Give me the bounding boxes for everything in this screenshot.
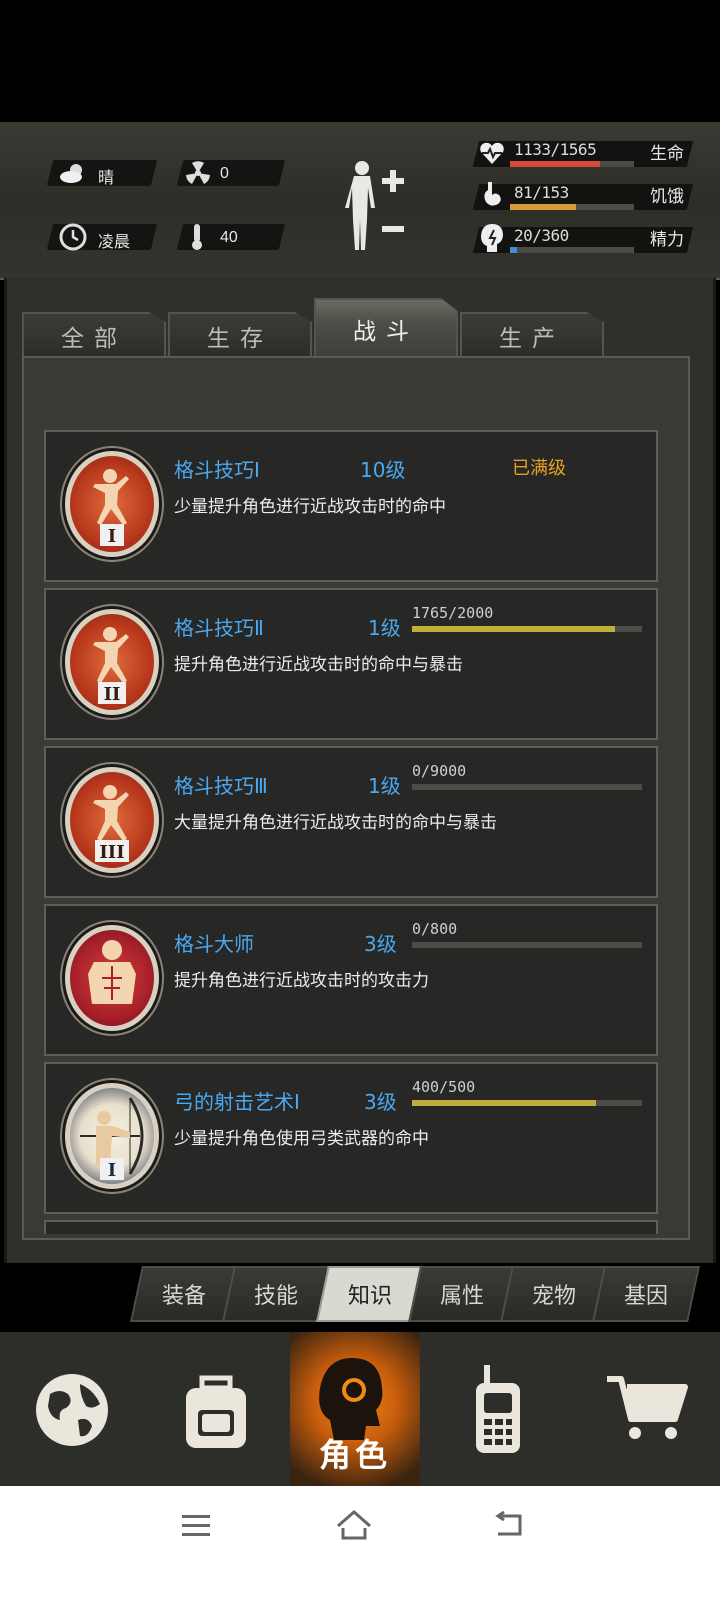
fighter-stance-icon: III bbox=[62, 764, 162, 876]
nav-character[interactable]: 角色 bbox=[290, 1332, 420, 1486]
subtab-attributes-label: 属性 bbox=[439, 1284, 484, 1309]
skill-card-fighting-2[interactable]: II 格斗技巧Ⅱ 1级 1765/2000 提升角色进行近战攻击时的命中与暴击 bbox=[44, 588, 658, 740]
tab-all[interactable]: 全部 bbox=[22, 312, 166, 358]
svg-text:I: I bbox=[108, 526, 116, 547]
skill-card-fighting-master[interactable]: 格斗大师 3级 0/800 提升角色进行近战攻击时的攻击力 bbox=[44, 904, 658, 1056]
skill-level: 1级 bbox=[368, 774, 401, 798]
skill-level: 10级 bbox=[360, 458, 406, 482]
skill-description: 提升角色进行近战攻击时的攻击力 bbox=[174, 971, 429, 991]
tab-survival-label: 生存 bbox=[207, 326, 273, 352]
time-of-day-text: 凌晨 bbox=[98, 234, 131, 251]
tab-survival[interactable]: 生存 bbox=[168, 312, 312, 358]
subtab-pets-label: 宠物 bbox=[531, 1284, 576, 1309]
skill-card-fighting-3[interactable]: III 格斗技巧Ⅲ 1级 0/9000 大量提升角色进行近战攻击时的命中与暴击 bbox=[44, 746, 658, 898]
skill-name: 格斗技巧Ⅲ bbox=[174, 774, 268, 798]
skill-name: 格斗技巧Ⅱ bbox=[174, 616, 264, 640]
back-icon[interactable] bbox=[492, 1510, 528, 1540]
svg-text:III: III bbox=[99, 842, 124, 863]
hunger-value: 81/153 bbox=[514, 183, 569, 202]
stomach-icon bbox=[484, 182, 501, 206]
skill-progress-text: 0/800 bbox=[412, 920, 458, 938]
skill-progress-text: 0/9000 bbox=[412, 762, 467, 780]
subtab-equipment[interactable]: 装备 bbox=[130, 1266, 238, 1322]
shopping-cart-icon bbox=[607, 1376, 688, 1439]
skill-max-badge: 已满级 bbox=[512, 458, 566, 479]
svg-text:II: II bbox=[104, 684, 121, 705]
radiation-value: 0 bbox=[220, 165, 229, 182]
cloud-sun-icon bbox=[60, 164, 82, 183]
svg-text:I: I bbox=[108, 1160, 116, 1181]
skill-progress-bar bbox=[412, 784, 642, 790]
skill-description: 提升角色进行近战攻击时的命中与暴击 bbox=[174, 655, 463, 675]
skill-level: 1级 bbox=[368, 616, 401, 640]
health-bar bbox=[510, 161, 634, 167]
menu-icon[interactable] bbox=[180, 1512, 212, 1540]
health-label: 生命 bbox=[650, 144, 684, 164]
hunger-label: 饥饿 bbox=[650, 187, 684, 207]
subtab-skills-label: 技能 bbox=[253, 1284, 298, 1309]
nav-radio[interactable] bbox=[426, 1332, 570, 1486]
skill-name: 格斗技巧Ⅰ bbox=[174, 458, 260, 482]
thermometer-icon bbox=[192, 224, 202, 250]
skill-progress-bar bbox=[412, 942, 642, 948]
skill-level: 3级 bbox=[364, 1090, 397, 1114]
subtab-equipment-label: 装备 bbox=[161, 1284, 206, 1309]
subtab-genes[interactable]: 基因 bbox=[592, 1266, 700, 1322]
skill-progress-text: 1765/2000 bbox=[412, 604, 494, 622]
system-nav-bar bbox=[0, 1486, 720, 1600]
fighter-stance-icon: II bbox=[62, 606, 162, 718]
heart-pulse-icon bbox=[480, 142, 504, 164]
muscle-torso-icon bbox=[62, 922, 162, 1034]
energy-label: 精力 bbox=[650, 230, 684, 250]
energy-bar bbox=[510, 247, 634, 253]
subtab-pets[interactable]: 宠物 bbox=[500, 1266, 608, 1322]
weather-text: 晴 bbox=[98, 170, 115, 187]
skill-description: 少量提升角色进行近战攻击时的命中 bbox=[174, 497, 446, 517]
globe-icon bbox=[36, 1374, 108, 1446]
skill-card-partial[interactable] bbox=[44, 1220, 658, 1234]
subtab-genes-label: 基因 bbox=[623, 1284, 668, 1309]
tab-all-label: 全部 bbox=[61, 326, 127, 352]
skill-description: 少量提升角色使用弓类武器的命中 bbox=[174, 1129, 429, 1149]
clock-icon bbox=[59, 223, 87, 251]
subtab-knowledge-label: 知识 bbox=[347, 1284, 392, 1309]
skill-list[interactable]: I 格斗技巧Ⅰ 10级 已满级 少量提升角色进行近战攻击时的命中 II 格斗技巧… bbox=[44, 428, 658, 1234]
backpack-icon bbox=[186, 1375, 246, 1448]
skill-progress-text: 400/500 bbox=[412, 1078, 476, 1096]
tab-combat[interactable]: 战斗 bbox=[314, 298, 458, 358]
skill-name: 格斗大师 bbox=[174, 932, 254, 956]
energy-value: 20/360 bbox=[514, 226, 569, 245]
tab-combat-label: 战斗 bbox=[353, 319, 419, 345]
skill-progress-bar bbox=[412, 1100, 642, 1106]
nav-map[interactable] bbox=[0, 1332, 144, 1486]
nav-character-label: 角色 bbox=[318, 1436, 391, 1474]
subtab-knowledge[interactable]: 知识 bbox=[316, 1266, 424, 1322]
health-value: 1133/1565 bbox=[514, 140, 597, 159]
tab-production[interactable]: 生产 bbox=[460, 312, 604, 358]
skill-card-archery-1[interactable]: I 弓的射击艺术Ⅰ 3级 400/500 少量提升角色使用弓类武器的命中 bbox=[44, 1062, 658, 1214]
skill-description: 大量提升角色进行近战攻击时的命中与暴击 bbox=[174, 813, 497, 833]
tab-production-label: 生产 bbox=[499, 326, 565, 352]
nav-shop[interactable] bbox=[576, 1332, 720, 1486]
skill-progress-bar bbox=[412, 626, 642, 632]
hunger-bar bbox=[510, 204, 634, 210]
subtab-attributes[interactable]: 属性 bbox=[408, 1266, 516, 1322]
subtab-skills[interactable]: 技能 bbox=[222, 1266, 330, 1322]
archer-icon: I bbox=[62, 1080, 162, 1192]
walkie-talkie-icon bbox=[476, 1365, 520, 1453]
skill-level: 3级 bbox=[364, 932, 397, 956]
temperature-value: 40 bbox=[220, 229, 238, 246]
skill-name: 弓的射击艺术Ⅰ bbox=[174, 1090, 300, 1114]
skill-card-fighting-1[interactable]: I 格斗技巧Ⅰ 10级 已满级 少量提升角色进行近战攻击时的命中 bbox=[44, 430, 658, 582]
fighter-stance-icon: I bbox=[62, 448, 162, 560]
radiation-icon bbox=[186, 161, 210, 184]
nav-backpack[interactable] bbox=[144, 1332, 288, 1486]
brain-energy-icon bbox=[481, 224, 503, 252]
home-icon[interactable] bbox=[334, 1508, 374, 1542]
body-status-button[interactable] bbox=[342, 158, 412, 256]
